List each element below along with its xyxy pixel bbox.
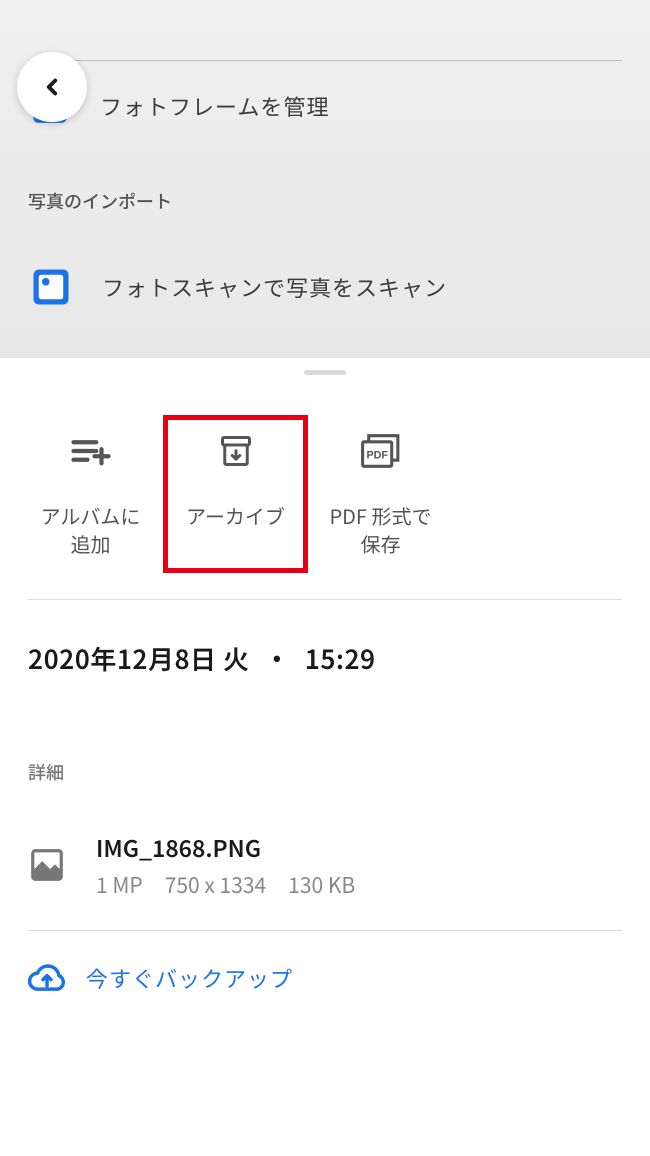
separator: ・	[264, 640, 291, 677]
details-header: 詳細	[0, 759, 650, 785]
backup-label: 今すぐバックアップ	[86, 962, 293, 994]
top-section: フォトフレームを管理 写真のインポート フォトスキャンで写真をスキャン	[0, 0, 650, 358]
chevron-left-icon	[39, 74, 65, 100]
actions-row: アルバムに 追加 アーカイブ PDF PDF 形式で 保存	[0, 375, 650, 573]
file-info: IMG_1868.PNG 1 MP 750 x 1334 130 KB	[96, 830, 355, 900]
action-label: アルバムに 追加	[41, 502, 141, 558]
file-row: IMG_1868.PNG 1 MP 750 x 1334 130 KB	[0, 830, 650, 900]
datetime: 2020年12月8日 火 ・ 15:29	[0, 600, 650, 677]
scan-label: フォトスキャンで写真をスキャン	[102, 271, 447, 303]
image-icon	[28, 846, 66, 884]
divider	[28, 60, 622, 61]
pdf-icon: PDF	[358, 431, 404, 471]
time-text: 15:29	[305, 640, 376, 677]
file-megapixels: 1 MP	[96, 870, 143, 900]
svg-text:PDF: PDF	[366, 450, 388, 462]
file-dimensions: 750 x 1334	[165, 870, 266, 900]
file-size: 130 KB	[288, 870, 355, 900]
file-meta: 1 MP 750 x 1334 130 KB	[96, 870, 355, 900]
photo-frame-row[interactable]: フォトフレームを管理	[0, 86, 650, 126]
photoscan-icon	[30, 266, 72, 308]
archive-button[interactable]: アーカイブ	[163, 415, 308, 573]
save-pdf-button[interactable]: PDF PDF 形式で 保存	[308, 415, 453, 573]
divider	[28, 930, 622, 931]
cloud-upload-icon	[28, 959, 66, 997]
add-to-album-button[interactable]: アルバムに 追加	[18, 415, 163, 573]
import-header: 写真のインポート	[0, 188, 650, 214]
scan-row[interactable]: フォトスキャンで写真をスキャン	[0, 266, 650, 308]
photo-frame-label: フォトフレームを管理	[100, 90, 329, 122]
archive-icon	[218, 433, 254, 469]
playlist-add-icon	[70, 435, 112, 467]
action-label: アーカイブ	[186, 502, 285, 530]
back-button[interactable]	[17, 52, 87, 122]
date-text: 2020年12月8日 火	[28, 640, 249, 677]
action-label: PDF 形式で 保存	[330, 502, 432, 558]
file-name: IMG_1868.PNG	[96, 830, 355, 864]
backup-row[interactable]: 今すぐバックアップ	[0, 959, 650, 997]
